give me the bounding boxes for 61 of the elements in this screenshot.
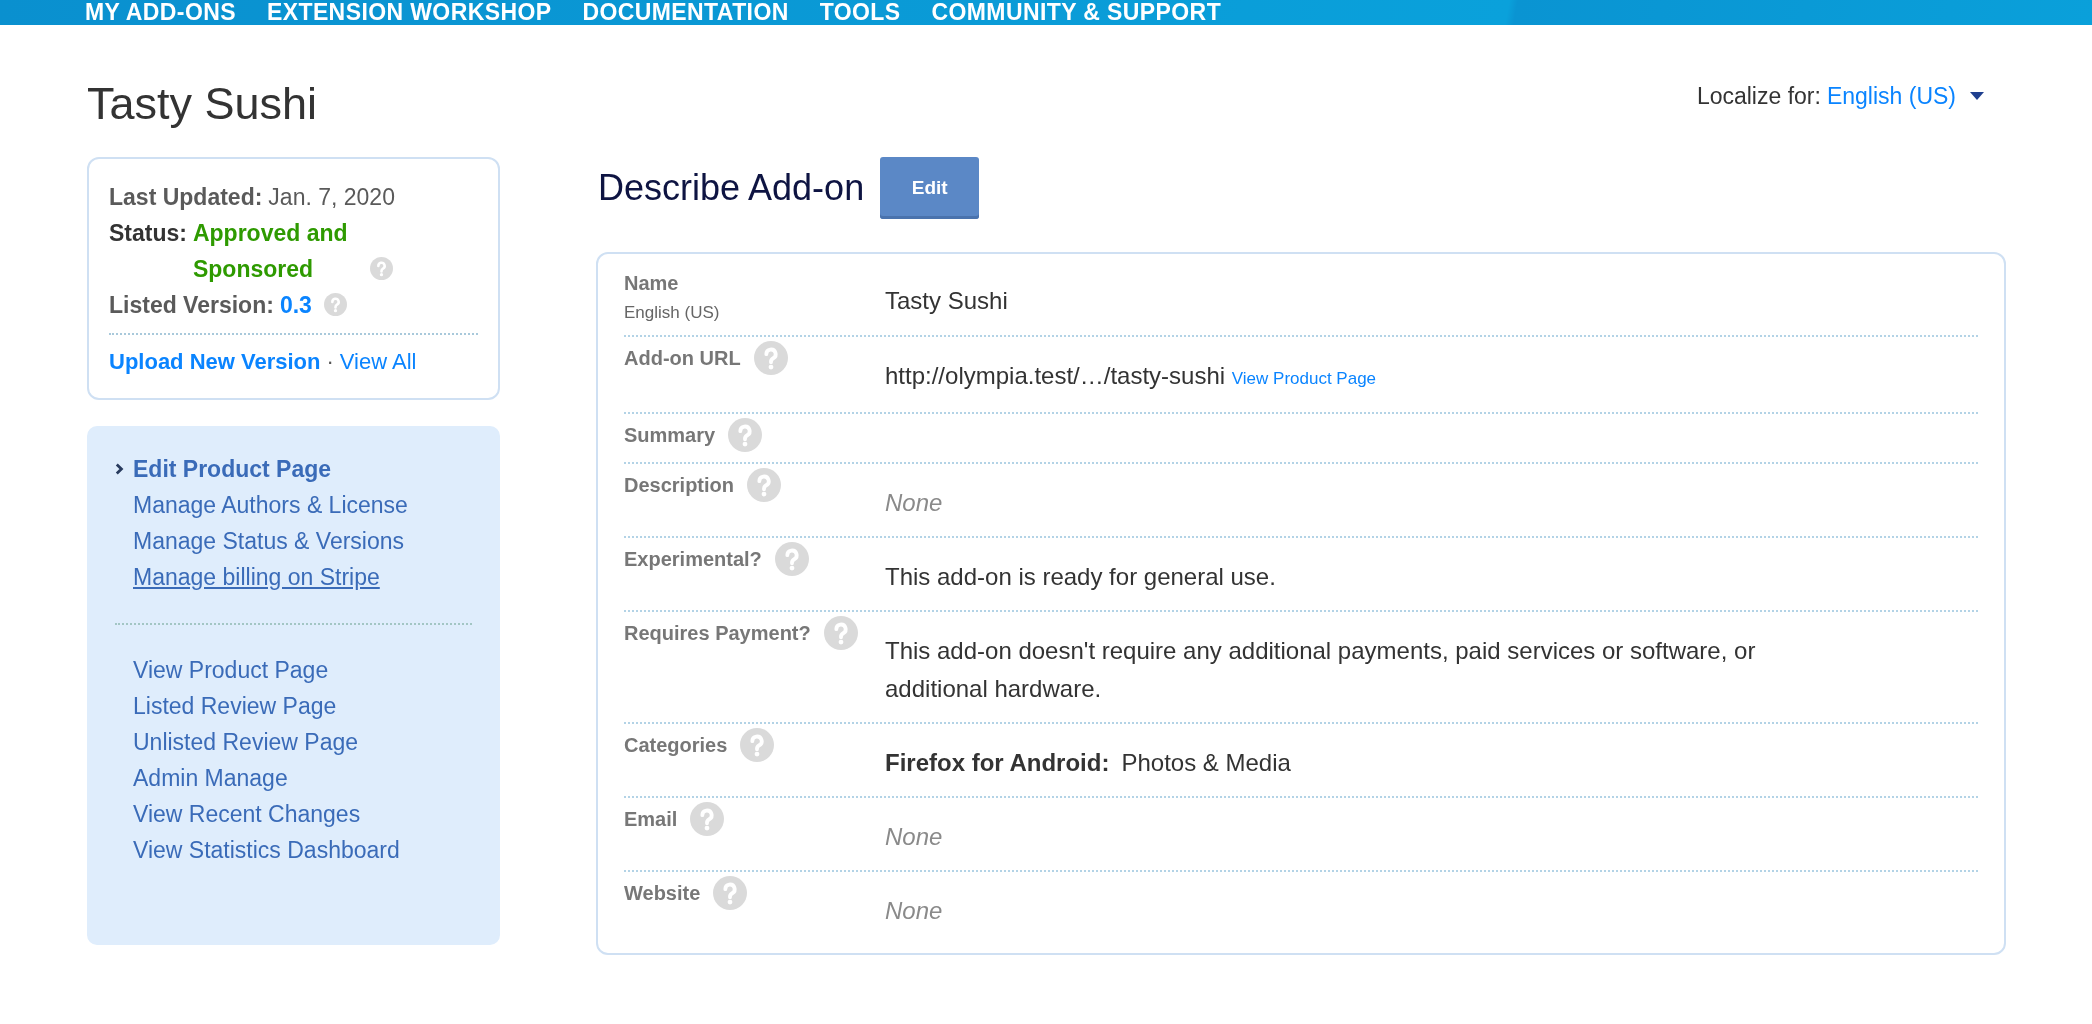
edit-button[interactable]: Edit — [880, 157, 980, 219]
nav-link[interactable]: DOCUMENTATION — [582, 0, 789, 24]
category-app: Firefox for Android: — [885, 749, 1110, 776]
side-nav-link[interactable]: Unlisted Review Page — [133, 727, 358, 757]
side-nav-link[interactable]: Manage Authors & License — [133, 490, 408, 520]
nav-link[interactable]: TOOLS — [819, 0, 901, 24]
field-label: Summary — [624, 423, 716, 447]
upload-version-link[interactable]: Upload New Version — [109, 349, 321, 374]
nav-link[interactable]: COMMUNITY & SUPPORT — [931, 0, 1222, 24]
help-icon[interactable] — [747, 468, 782, 502]
side-nav-link[interactable]: View Recent Changes — [133, 799, 361, 829]
help-icon[interactable] — [774, 542, 809, 576]
help-icon[interactable] — [323, 293, 347, 316]
field-label: Name — [624, 271, 679, 295]
help-icon[interactable] — [823, 616, 858, 650]
chevron-icon — [115, 463, 124, 475]
help-icon[interactable] — [753, 341, 788, 375]
field-label: Experimental? — [624, 547, 762, 571]
side-nav-link[interactable]: Listed Review Page — [133, 691, 337, 721]
empty-value: None — [885, 823, 943, 850]
field-label: Last Updated: — [109, 183, 263, 212]
empty-value: None — [885, 489, 943, 516]
field-label: Email — [624, 807, 678, 831]
page-title: Tasty Sushi — [87, 77, 318, 131]
field-label: Description — [624, 473, 735, 497]
side-nav-link[interactable]: Manage Status & Versions — [133, 526, 405, 556]
status-value: Approved and Sponsored — [192, 219, 349, 284]
view-product-page-link[interactable]: View Product Page — [1231, 369, 1377, 388]
version-link[interactable]: 0.3 — [279, 287, 312, 323]
field-label: Add-on URL — [624, 346, 741, 370]
side-nav-link[interactable]: View Statistics Dashboard — [133, 835, 400, 865]
field-label: Website — [624, 881, 701, 905]
field-sublabel: English (US) — [624, 302, 721, 324]
caret-icon — [1970, 92, 1984, 100]
nav-link[interactable]: MY ADD-ONS — [85, 0, 236, 24]
help-icon[interactable] — [690, 802, 725, 836]
field-value: Jan. 7, 2020 — [268, 183, 395, 212]
side-nav-link[interactable]: Admin Manage — [133, 763, 288, 793]
side-nav-link[interactable]: View Product Page — [133, 655, 329, 685]
help-icon[interactable] — [728, 418, 763, 452]
help-icon[interactable] — [369, 257, 393, 280]
locale-dropdown[interactable]: English (US) — [1826, 81, 1984, 111]
side-nav-link[interactable]: Manage billing on Stripe — [133, 562, 380, 592]
field-value: Tasty Sushi — [885, 287, 1008, 314]
nav-link[interactable]: EXTENSION WORKSHOP — [266, 0, 552, 24]
field-label: Status: — [109, 219, 187, 248]
view-all-link[interactable]: View All — [339, 349, 417, 374]
field-value: This add-on doesn't require any additional payments, paid services or software, or additional hardware. — [885, 637, 1756, 702]
field-label: Requires Payment? — [624, 621, 811, 645]
help-icon[interactable] — [713, 876, 748, 910]
section-title: Describe Add-on — [598, 166, 865, 210]
field-label: Listed Version: — [109, 291, 274, 320]
empty-value: None — [885, 897, 943, 924]
help-icon[interactable] — [740, 728, 775, 762]
field-value: This add-on is ready for general use. — [885, 563, 1276, 590]
field-label: Categories — [624, 733, 728, 757]
category-name: Photos & Media — [1121, 749, 1291, 776]
localize-label: Localize for: — [1696, 82, 1821, 111]
link-separator: · — [326, 349, 334, 374]
side-nav-link[interactable]: Edit Product Page — [133, 454, 332, 484]
addon-url: http://olympia.test/…/tasty-sushi — [885, 362, 1226, 389]
